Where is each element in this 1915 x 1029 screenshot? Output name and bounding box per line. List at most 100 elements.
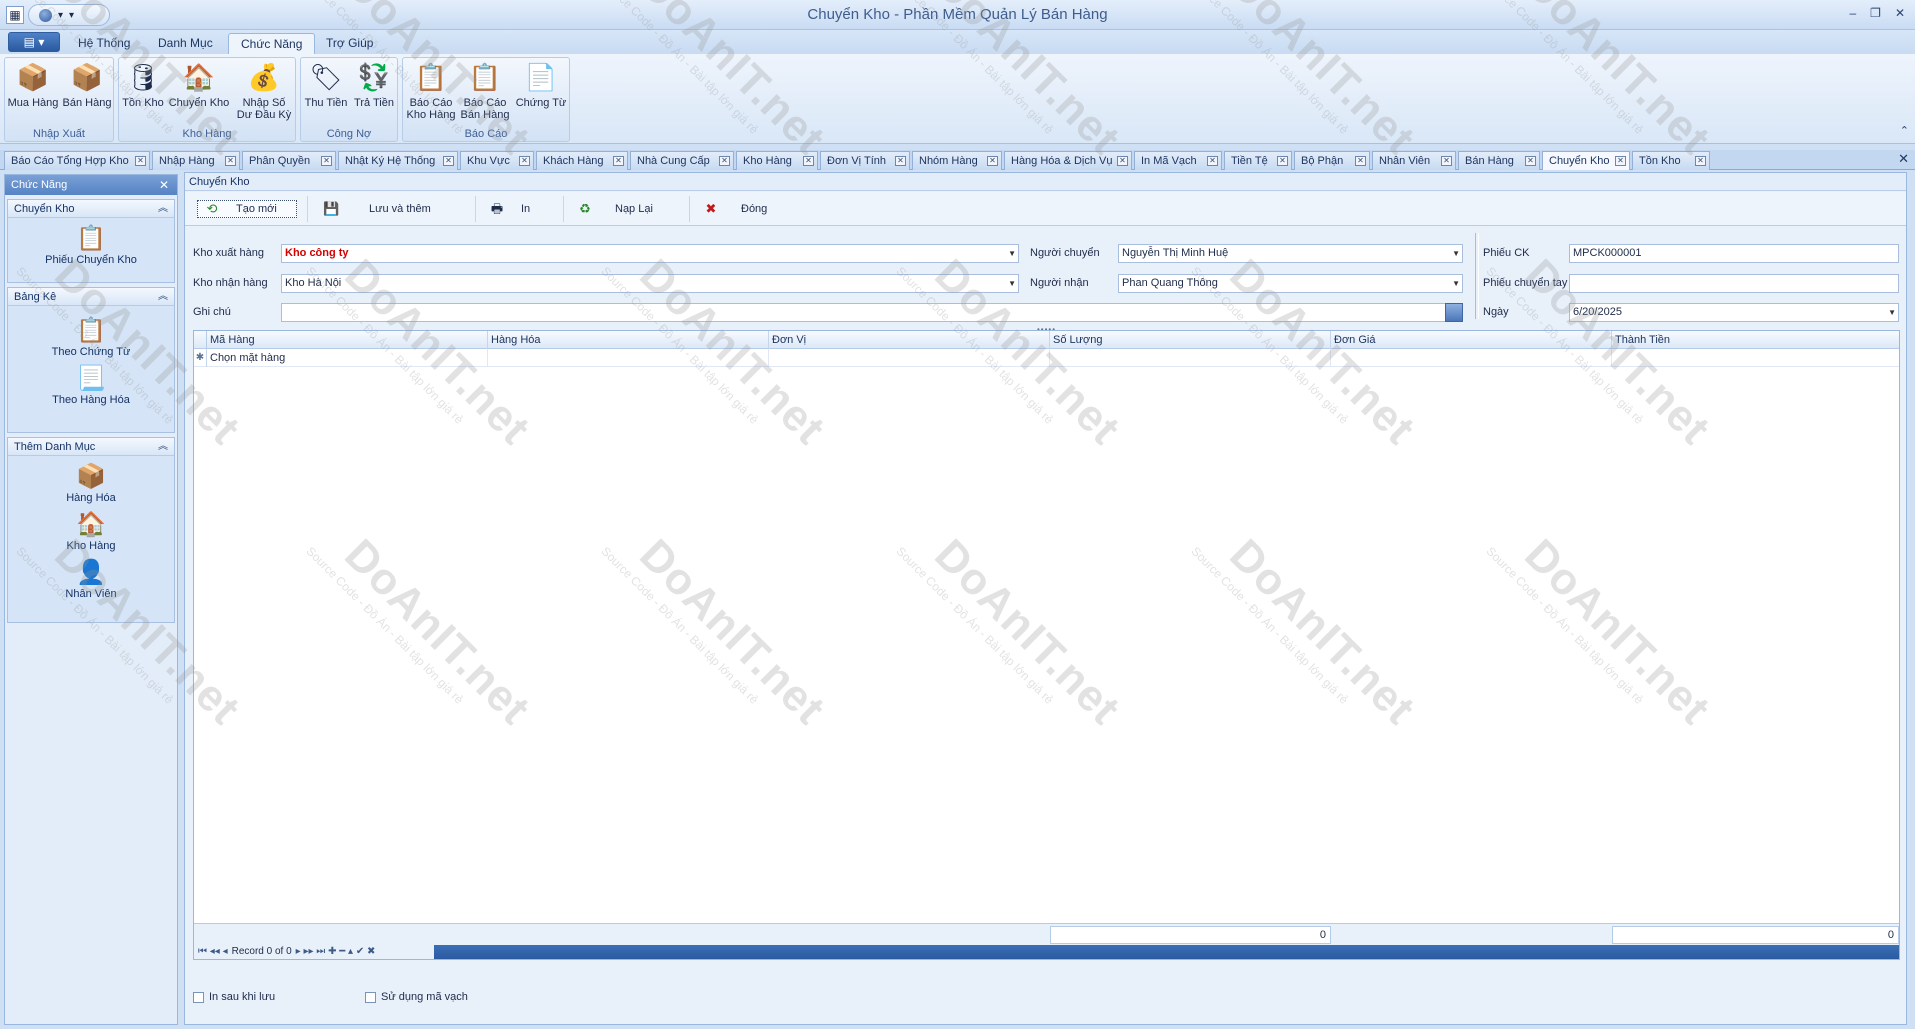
mua-hang-button[interactable]: 📦 Mua Hàng <box>7 60 59 109</box>
tab-he-thong[interactable]: Hệ Thống <box>66 33 142 54</box>
ghi-chu-input[interactable] <box>281 303 1463 322</box>
nguoi-nhan-select[interactable]: Phan Quang Thông ▼ <box>1118 274 1463 293</box>
doc-tab-active[interactable]: Chuyển Kho ✕ <box>1542 151 1630 170</box>
close-icon[interactable]: ✕ <box>1695 156 1706 166</box>
nav-item-hang-hoa[interactable]: 📦 Hàng Hóa <box>8 456 174 504</box>
bao-cao-kho-hang-button[interactable]: 📋 Báo Cáo Kho Hàng <box>405 60 457 121</box>
col-hang-hoa[interactable]: Hàng Hóa <box>488 331 769 349</box>
chevron-down-icon[interactable]: ▼ <box>1008 245 1016 262</box>
doc-tab[interactable]: Hàng Hóa & Dịch Vụ ✕ <box>1004 151 1132 170</box>
doc-tab[interactable]: Báo Cáo Tổng Hợp Kho ✕ <box>4 151 150 170</box>
close-icon[interactable]: ✕ <box>1615 156 1626 166</box>
ribbon-collapse-icon[interactable]: ⌃ <box>1900 124 1909 137</box>
phieu-tay-input[interactable] <box>1569 274 1899 293</box>
close-icon[interactable]: ✕ <box>1207 156 1218 166</box>
save-add-button[interactable]: 💾 Lưu và thêm <box>323 200 431 218</box>
nhap-so-du-button[interactable]: 💰 Nhập Số Dư Đầu Kỳ <box>233 60 295 121</box>
col-don-gia[interactable]: Đơn Giá <box>1331 331 1612 349</box>
ngay-date-picker[interactable]: 6/20/2025 ▼ <box>1569 303 1899 322</box>
ton-kho-button[interactable]: 🛢 Tồn Kho <box>121 60 165 109</box>
doc-tab[interactable]: Bán Hàng ✕ <box>1458 151 1540 170</box>
nav-group-title[interactable]: Thêm Danh Mục ︽ <box>8 438 174 456</box>
doc-tab[interactable]: Nhân Viên ✕ <box>1372 151 1456 170</box>
collapse-icon[interactable]: ︽ <box>158 200 168 218</box>
doc-tab[interactable]: Khách Hàng ✕ <box>536 151 628 170</box>
close-icon[interactable]: ✕ <box>987 156 998 166</box>
chuyen-kho-button[interactable]: 🏠 Chuyển Kho <box>167 60 231 109</box>
nav-group-title[interactable]: Bảng Kê ︽ <box>8 288 174 306</box>
doc-tab[interactable]: Bộ Phận ✕ <box>1294 151 1370 170</box>
close-icon[interactable]: ✕ <box>321 156 332 166</box>
doc-tab[interactable]: Tồn Kho ✕ <box>1632 151 1710 170</box>
col-ma-hang[interactable]: Mã Hàng <box>207 331 488 349</box>
close-icon[interactable]: ✕ <box>803 156 814 166</box>
grid-cell[interactable] <box>1612 349 1899 367</box>
close-icon[interactable]: ✕ <box>443 156 454 166</box>
chevron-down-icon[interactable]: ▼ <box>1452 245 1460 262</box>
collapse-icon[interactable]: ︽ <box>158 438 168 456</box>
phieu-ck-input[interactable]: MPCK000001 <box>1569 244 1899 263</box>
doc-tab[interactable]: Tiền Tệ ✕ <box>1224 151 1292 170</box>
chung-tu-button[interactable]: 📄 Chứng Từ <box>513 60 569 109</box>
close-icon[interactable]: ✕ <box>895 156 906 166</box>
minimize-icon[interactable]: – <box>1849 6 1856 20</box>
nav-item-nhan-vien[interactable]: 👤 Nhân Viên <box>8 552 174 600</box>
doc-tab[interactable]: Đơn Vị Tính ✕ <box>820 151 910 170</box>
reload-button[interactable]: ♻ Nạp Lại <box>577 200 653 218</box>
doc-tab[interactable]: Nhà Cung Cấp ✕ <box>630 151 734 170</box>
new-button[interactable]: ⟲ Tạo mới <box>197 200 297 218</box>
nav-item-theo-hang-hoa[interactable]: 📃 Theo Hàng Hóa <box>8 358 174 406</box>
tab-danh-muc[interactable]: Danh Mục <box>146 33 225 54</box>
chevron-down-icon[interactable]: ▼ <box>1888 304 1896 321</box>
grid-cell[interactable] <box>1331 349 1612 367</box>
doc-tab[interactable]: Nhóm Hàng ✕ <box>912 151 1002 170</box>
tab-tro-giup[interactable]: Trợ Giúp <box>314 33 385 54</box>
use-barcode-checkbox[interactable]: Sử dụng mã vạch <box>365 991 468 1003</box>
nav-group-title[interactable]: Chuyển Kho ︽ <box>8 200 174 218</box>
doc-tab[interactable]: In Mã Vạch ✕ <box>1134 151 1222 170</box>
close-icon[interactable]: ✕ <box>1525 156 1536 166</box>
tab-chuc-nang[interactable]: Chức Năng <box>228 33 316 54</box>
tra-tien-button[interactable]: 💱 Trả Tiền <box>351 60 397 109</box>
doc-tab[interactable]: Kho Hàng ✕ <box>736 151 818 170</box>
nav-item-theo-chung-tu[interactable]: 📋 Theo Chứng Từ <box>8 306 174 358</box>
ban-hang-button[interactable]: 📦 Bán Hàng <box>61 60 113 109</box>
maximize-icon[interactable]: ❐ <box>1870 6 1881 20</box>
close-icon[interactable]: ✕ <box>519 156 530 166</box>
grid-cell[interactable] <box>769 349 1050 367</box>
close-icon[interactable]: ✕ <box>1441 156 1452 166</box>
chevron-down-icon[interactable]: ▼ <box>1452 275 1460 292</box>
nav-last-icon[interactable]: ▸ ▸▸ ⏭ ✚ ━ ▴ ✔ ✖ <box>296 946 376 957</box>
close-all-icon[interactable]: ✕ <box>1898 151 1909 167</box>
new-row-cell[interactable]: Chọn mặt hàng <box>207 349 488 367</box>
kho-nhan-select[interactable]: Kho Hà Nội ▼ <box>281 274 1019 293</box>
col-thanh-tien[interactable]: Thành Tiền <box>1612 331 1899 349</box>
col-so-luong[interactable]: Số Lượng <box>1050 331 1331 349</box>
application-menu-button[interactable]: ▤ ▾ <box>8 32 60 52</box>
close-icon[interactable]: ✕ <box>1117 156 1128 166</box>
notes-picker-icon[interactable] <box>1445 303 1463 322</box>
doc-tab[interactable]: Phân Quyền ✕ <box>242 151 336 170</box>
close-icon[interactable]: ✕ <box>1895 6 1905 20</box>
close-icon[interactable]: ✕ <box>159 175 169 195</box>
print-button[interactable]: 🖶 In <box>489 200 530 218</box>
close-icon[interactable]: ✕ <box>135 156 146 166</box>
new-item-row[interactable]: ✱ Chọn mặt hàng <box>194 349 1899 367</box>
chevron-down-icon[interactable]: ▼ <box>1008 275 1016 292</box>
close-icon[interactable]: ✕ <box>1277 156 1288 166</box>
nav-first-icon[interactable]: ⏮ ◂◂ ◂ <box>198 946 228 957</box>
nav-item-kho-hang[interactable]: 🏠 Kho Hàng <box>8 504 174 552</box>
grid-cell[interactable] <box>488 349 769 367</box>
doc-tab[interactable]: Nhật Ký Hệ Thống ✕ <box>338 151 458 170</box>
kho-xuat-select[interactable]: Kho công ty ▼ <box>281 244 1019 263</box>
close-icon[interactable]: ✕ <box>1355 156 1366 166</box>
record-navigator[interactable]: ⏮ ◂◂ ◂ Record 0 of 0 ▸ ▸▸ ⏭ ✚ ━ ▴ ✔ ✖ <box>194 945 434 959</box>
doc-tab[interactable]: Khu Vực ✕ <box>460 151 534 170</box>
doc-tab[interactable]: Nhập Hàng ✕ <box>152 151 240 170</box>
col-don-vi[interactable]: Đơn Vị <box>769 331 1050 349</box>
nguoi-chuyen-select[interactable]: Nguyễn Thị Minh Huệ ▼ <box>1118 244 1463 263</box>
close-icon[interactable]: ✕ <box>613 156 624 166</box>
bao-cao-ban-hang-button[interactable]: 📋 Báo Cáo Bán Hàng <box>459 60 511 121</box>
close-button[interactable]: ✖ Đóng <box>703 200 768 218</box>
grid-cell[interactable] <box>1050 349 1331 367</box>
